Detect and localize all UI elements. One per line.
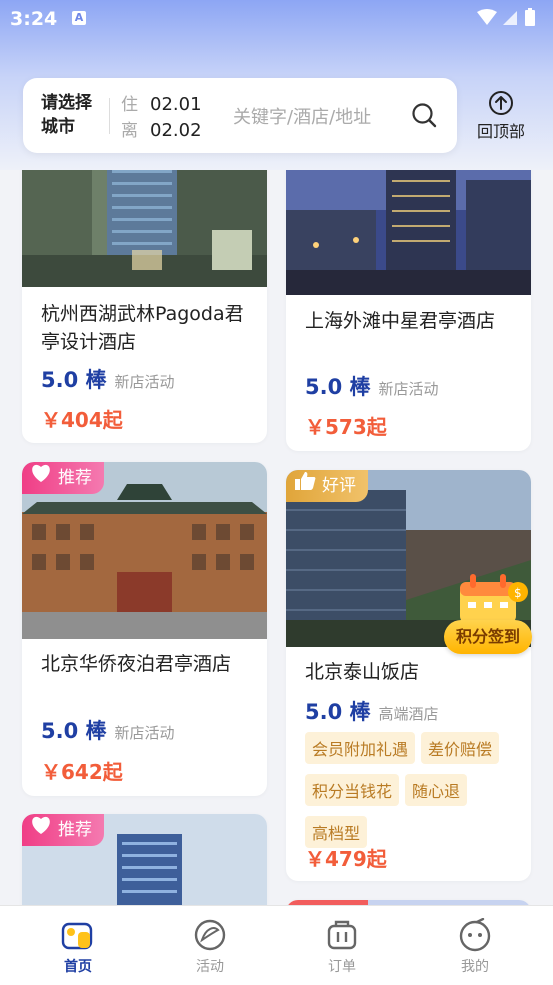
tab-label: 我的 [461,959,489,975]
order-icon [327,920,357,950]
hotel-level: 新店活动 [114,724,175,742]
tab-label: 订单 [328,959,356,975]
hotel-score-value: 5.0 棒 [305,375,371,399]
hotel-level: 新店活动 [114,373,175,391]
signal-wifi-battery-icon [477,8,535,26]
hotel-name: 杭州西湖武林Pagoda君亭设计酒店 [41,303,244,353]
tab-label: 活动 [196,959,224,975]
status-bar: 3:24 A [0,0,553,36]
hotel-score: 5.0 棒高端酒店 [305,696,439,726]
hotel-score: 5.0 棒新店活动 [305,371,439,401]
heart-icon [30,462,52,494]
badge-label: 好评 [322,476,356,496]
profile-icon [459,918,491,952]
hotel-tag: 会员附加礼遇 [305,732,416,764]
search-bar: 请选择城市 住 02.01 离 02.02 关键字/酒店/地址 [23,78,457,153]
recommend-badge: 推荐 [22,462,104,494]
hotel-name: 北京华侨夜泊君亭酒店 [41,653,232,675]
hotel-score-value: 5.0 棒 [41,368,107,392]
thumbs-up-icon [294,470,316,502]
home-icon [61,922,93,950]
checkout-date[interactable]: 离 02.02 [121,116,202,141]
back-to-top-button[interactable]: 回顶部 [466,90,536,142]
hotel-tag: 积分当钱花 [305,774,400,806]
tab-label: 首页 [64,959,92,975]
hotel-level: 新店活动 [378,380,439,398]
checkin-date[interactable]: 住 02.01 [121,90,202,115]
hotel-price: ￥479起 [305,847,387,871]
checkin-value: 02.01 [150,94,202,115]
checkin-label: 住 [121,95,138,115]
svg-text:$: $ [514,586,522,600]
checkout-value: 02.02 [150,120,202,141]
bottom-tab-bar: 首页 活动 订单 我的 [0,905,553,985]
hotel-score: 5.0 棒新店活动 [41,364,175,394]
search-input[interactable]: 关键字/酒店/地址 [233,103,371,129]
hotel-name: 北京泰山饭店 [305,661,420,683]
recommend-badge: 推荐 [22,814,104,846]
hotel-photo [22,150,267,287]
hotel-photo [286,150,531,295]
hotel-name: 上海外滩中星君亭酒店 [305,310,496,332]
activity-icon [194,919,226,951]
hotel-card[interactable]: 推荐 北京华侨夜泊君亭酒店 5.0 棒新店活动 ￥642起 [22,462,267,796]
search-divider [109,98,110,134]
hotel-card[interactable]: 上海外滩中星君亭酒店 5.0 棒新店活动 ￥573起 [286,150,531,451]
hotel-card[interactable]: 杭州西湖武林Pagoda君亭设计酒店 5.0 棒新店活动 ￥404起 [22,150,267,443]
tab-profile[interactable]: 我的 [425,918,525,976]
city-selector[interactable]: 请选择城市 [41,91,103,139]
keyboard-a-icon: A [72,11,86,25]
hotel-tags: 会员附加礼遇 差价赔偿积分当钱花 随心退高档型 [305,732,517,858]
points-checkin-label: 积分签到 [444,620,532,654]
hotel-level: 高端酒店 [378,705,439,723]
tab-activity[interactable]: 活动 [160,918,260,976]
back-to-top-label: 回顶部 [476,122,525,141]
hotel-tag: 差价赔偿 [421,732,500,764]
status-time: 3:24 [10,8,58,30]
hotel-score-value: 5.0 棒 [41,719,107,743]
heart-icon [30,814,52,846]
good-review-badge: 好评 [286,470,368,502]
badge-label: 推荐 [58,820,92,840]
hotel-price: ￥573起 [305,415,387,439]
hotel-tag: 随心退 [405,774,468,806]
status-icons [475,8,545,33]
hotel-score: 5.0 棒新店活动 [41,715,175,745]
hotel-card[interactable]: 好评 北京泰山饭店 5.0 棒高端酒店 会员附加礼遇 差价赔偿积分当钱花 随心退高档… [286,470,531,881]
tab-home[interactable]: 首页 [28,918,128,976]
hotel-card[interactable]: 推荐 [22,814,267,905]
tab-orders[interactable]: 订单 [292,918,392,976]
hotel-price: ￥642起 [41,760,123,784]
search-icon[interactable] [411,102,437,128]
badge-label: 推荐 [58,468,92,488]
points-checkin-button[interactable]: $ 积分签到 [440,570,540,660]
checkout-label: 离 [121,121,138,141]
arrow-up-circle-icon [489,91,513,115]
hotel-price: ￥404起 [41,408,123,432]
hotel-score-value: 5.0 棒 [305,700,371,724]
